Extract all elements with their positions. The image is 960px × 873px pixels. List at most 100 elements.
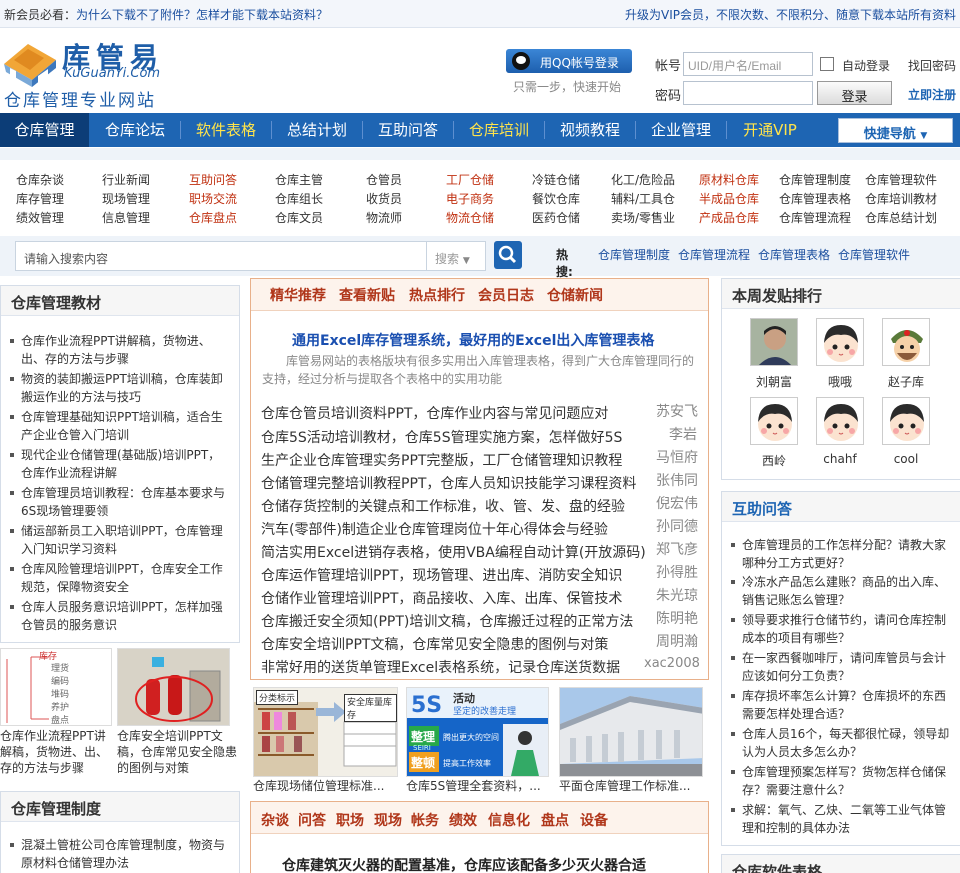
cat-link[interactable]: 物流师 xyxy=(366,209,402,226)
hot-keyword[interactable]: 仓库管理制度 xyxy=(598,246,670,263)
qq-login-button[interactable]: 用QQ帐号登录 xyxy=(506,49,632,73)
forgot-password-link[interactable]: 找回密码 xyxy=(908,57,956,74)
nav-item-video[interactable]: 视频教程 xyxy=(545,113,635,147)
list-item[interactable]: 混凝土管桩公司仓库管理制度，物资与原材料仓储管理办法 xyxy=(10,836,231,872)
thumb-caption[interactable]: 平面仓库管理工作标准... xyxy=(559,778,704,794)
list-item[interactable]: 仓库风险管理培训PPT，仓库安全工作规范，保障物资安全 xyxy=(10,560,231,596)
cat-link[interactable]: 仓库培训教材 xyxy=(865,190,937,207)
post-title[interactable]: 仓库运作管理培训PPT，现场管理、进出库、消防安全知识 xyxy=(261,565,622,585)
tab-equipment[interactable]: 设备 xyxy=(580,810,608,830)
post-author[interactable]: 倪宏伟 xyxy=(656,493,698,513)
cat-link[interactable]: 餐饮仓库 xyxy=(532,190,580,207)
post-title[interactable]: 仓库安全培训PPT文稿，仓库常见安全隐患的图例与对策 xyxy=(261,634,608,654)
post-author[interactable]: 李岩 xyxy=(669,424,697,444)
cat-link[interactable]: 仓库管理表格 xyxy=(779,190,851,207)
cat-link[interactable]: 仓库文员 xyxy=(275,209,323,226)
auto-login-checkbox[interactable] xyxy=(820,57,834,71)
nav-item-enterprise[interactable]: 企业管理 xyxy=(636,113,726,147)
list-item[interactable]: 仓库作业流程PPT讲解稿，货物进、出、存的方法与步骤 xyxy=(10,332,221,368)
hot-keyword[interactable]: 仓库管理流程 xyxy=(678,246,750,263)
list-item[interactable]: 物资的装卸搬运PPT培训稿，仓库装卸搬运作业的方法与技巧 xyxy=(10,370,231,406)
password-input[interactable] xyxy=(683,81,813,105)
thumb-caption[interactable]: 仓库5S管理全套资料，... xyxy=(406,778,551,794)
tab-inventory[interactable]: 盘点 xyxy=(541,810,569,830)
qa-item[interactable]: 仓库管理预案怎样写？货物怎样仓储保存？需要注意什么？ xyxy=(731,763,952,799)
avatar[interactable] xyxy=(882,397,930,445)
cat-link[interactable]: 互助问答 xyxy=(189,171,237,188)
thumb-fire-extinguisher[interactable] xyxy=(117,648,230,726)
quick-nav-dropdown[interactable]: 快捷导航 ▼ xyxy=(838,118,953,143)
featured-headline[interactable]: 通用Excel库存管理系统，最好用的Excel出入库管理表格 xyxy=(292,330,654,350)
nav-item-qa[interactable]: 互助问答 xyxy=(363,113,453,147)
cat-link[interactable]: 产成品仓库 xyxy=(699,209,759,226)
tab-chat[interactable]: 杂谈 xyxy=(261,810,289,830)
new-member-notice[interactable]: 新会员必看：为什么下载不了附件？怎样才能下载本站资料？ xyxy=(4,6,328,23)
qa-item[interactable]: 仓库管理员的工作怎样分配？请教大家哪种分工方式更好？ xyxy=(731,536,952,572)
thumb-caption[interactable]: 仓库现场储位管理标准... xyxy=(253,778,398,794)
post-title[interactable]: 生产企业仓库管理实务PPT完整版，工厂仓储管理知识教程 xyxy=(261,450,622,470)
post-author[interactable]: 孙得胜 xyxy=(656,562,698,582)
thumb-process-diagram[interactable]: 库存 理货 编码 堆码 养护 盘点 xyxy=(0,648,112,726)
post-title[interactable]: 仓储管理完整培训教程PPT，仓库人员知识技能学习课程资料 xyxy=(261,473,636,493)
register-link[interactable]: 立即注册 xyxy=(908,86,956,103)
cat-link[interactable]: 现场管理 xyxy=(102,190,150,207)
avatar[interactable] xyxy=(882,318,930,366)
cat-link[interactable]: 化工/危险品 xyxy=(611,171,675,188)
cat-link[interactable]: 仓库总结计划 xyxy=(865,209,937,226)
post-title[interactable]: 仓库5S活动培训教材，仓库5S管理实施方案，怎样做好5S xyxy=(261,427,622,447)
tab-accounts[interactable]: 帐务 xyxy=(411,810,439,830)
username[interactable]: 刘朝富 xyxy=(739,373,809,390)
tab-member-log[interactable]: 会员日志 xyxy=(478,285,534,305)
thumb-caption[interactable]: 仓库安全培训PPT文稿，仓库常见安全隐患的图例与对策 xyxy=(117,728,237,776)
post-author[interactable]: 朱光琼 xyxy=(656,585,698,605)
cat-link[interactable]: 收货员 xyxy=(366,190,402,207)
qa-item[interactable]: 在一家西餐咖啡厅，请问库管员与会计应该如何分工负责？ xyxy=(731,649,952,685)
avatar[interactable] xyxy=(750,397,798,445)
cat-link[interactable]: 信息管理 xyxy=(102,209,150,226)
cat-link[interactable]: 工厂仓储 xyxy=(446,171,494,188)
cat-link[interactable]: 原材料仓库 xyxy=(699,171,759,188)
post-author[interactable]: xac2008 xyxy=(644,656,700,671)
username[interactable]: 赵子库 xyxy=(871,373,941,390)
thumb-warehouse-building[interactable] xyxy=(559,687,703,777)
vip-upgrade-link[interactable]: 升级为VIP会员，不限次数、不限积分、随意下载本站所有资料 xyxy=(625,6,956,23)
nav-item-training[interactable]: 仓库培训 xyxy=(454,113,544,147)
cat-link[interactable]: 冷链仓储 xyxy=(532,171,580,188)
post-title[interactable]: 汽车(零部件)制造企业仓库管理岗位十年心得体会与经验 xyxy=(261,519,608,539)
tab-career[interactable]: 职场 xyxy=(336,810,364,830)
search-type-select[interactable]: 搜索 ▼ xyxy=(426,241,486,271)
nav-item-vip[interactable]: 开通VIP xyxy=(727,113,813,147)
qa-item[interactable]: 库存损坏率怎么计算？仓库损坏的东西需要怎样处理合适？ xyxy=(731,687,952,723)
hot-keyword[interactable]: 仓库管理表格 xyxy=(758,246,830,263)
tab-onsite[interactable]: 现场 xyxy=(374,810,402,830)
login-button[interactable]: 登录 xyxy=(817,81,892,105)
nav-item-warehouse-mgmt[interactable]: 仓库管理 xyxy=(0,113,89,147)
cat-link[interactable]: 职场交流 xyxy=(189,190,237,207)
cat-link[interactable]: 仓库管理流程 xyxy=(779,209,851,226)
cat-link[interactable]: 辅料/工具仓 xyxy=(611,190,675,207)
nav-item-software-tables[interactable]: 软件表格 xyxy=(181,113,271,147)
avatar[interactable] xyxy=(816,318,864,366)
post-author[interactable]: 周明瀚 xyxy=(656,631,698,651)
post-title[interactable]: 简洁实用Excel进销存表格，使用VBA编程自动计算(开放源码) xyxy=(261,542,646,562)
nav-item-summary-plans[interactable]: 总结计划 xyxy=(272,113,362,147)
tab-hot-ranking[interactable]: 热点排行 xyxy=(409,285,465,305)
cat-link[interactable]: 医药仓储 xyxy=(532,209,580,226)
post-title[interactable]: 仓库仓管员培训资料PPT，仓库作业内容与常见问题应对 xyxy=(261,403,608,423)
post-title[interactable]: 仓库搬迁安全须知(PPT)培训文稿，仓库搬迁过程的正常方法 xyxy=(261,611,633,631)
cat-link[interactable]: 仓库管理软件 xyxy=(865,171,937,188)
post-author[interactable]: 马恒府 xyxy=(656,447,698,467)
avatar[interactable] xyxy=(816,397,864,445)
featured-headline-2[interactable]: 仓库建筑灭火器的配置基准，仓库应该配备多少灭火器合适 xyxy=(282,855,646,873)
qa-item[interactable]: 领导要求推行仓储节约，请问仓库控制成本的项目有哪些？ xyxy=(731,611,952,647)
post-title[interactable]: 仓储作业管理培训PPT，商品接收、入库、出库、保管技术 xyxy=(261,588,622,608)
cat-link[interactable]: 仓库杂谈 xyxy=(16,171,64,188)
nav-item-forum[interactable]: 仓库论坛 xyxy=(90,113,180,147)
cat-link[interactable]: 仓库组长 xyxy=(275,190,323,207)
cat-link[interactable]: 绩效管理 xyxy=(16,209,64,226)
tab-qa[interactable]: 问答 xyxy=(298,810,326,830)
thumb-5s-management[interactable]: 5S 活动 坚定的改善走理 整理 SEIRI 腾出更大的空间 整顿 提高工作效率 xyxy=(406,687,549,777)
tab-new-posts[interactable]: 查看新贴 xyxy=(339,285,395,305)
account-input[interactable]: UID/用户名/Email xyxy=(683,52,813,76)
cat-link[interactable]: 仓库主管 xyxy=(275,171,323,188)
